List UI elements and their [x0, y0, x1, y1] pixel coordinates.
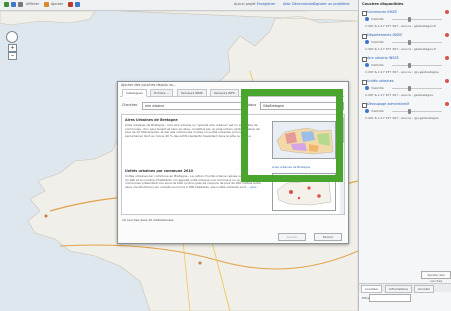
remove-layer-icon[interactable] — [445, 10, 449, 14]
report-link[interactable]: Signaler un problème — [313, 2, 349, 6]
tab-serveurs-wfs[interactable]: Serveurs WFS — [210, 89, 239, 97]
tab-serveurs-wms[interactable]: Serveurs WMS — [177, 89, 207, 97]
opacity-slider-handle[interactable] — [408, 40, 411, 45]
layers-panel: Couches disponibles Communes INSEE Visib… — [358, 0, 451, 311]
search-input[interactable]: aire urbaine — [142, 102, 246, 110]
signout-link[interactable]: Déconnexion — [292, 2, 314, 6]
opacity-slider-handle[interactable] — [408, 109, 411, 114]
zoom-in-button[interactable]: + — [8, 44, 17, 52]
layer-name[interactable]: Unités urbaines — [367, 79, 394, 83]
results-count: 10 couches dans 10 métadonnées — [122, 218, 174, 222]
result-more-link[interactable]: plus — [251, 185, 257, 189]
pan-compass-icon[interactable] — [6, 31, 18, 43]
close-button[interactable]: Fermer — [314, 233, 342, 241]
opacity-slider-handle[interactable] — [408, 63, 411, 68]
toolbar-label-afficher[interactable]: Afficher — [26, 2, 39, 6]
tab-informations[interactable]: Informations — [385, 285, 412, 293]
layer-metadata: 1:497 & 1:17 977 307 - source : géobreta… — [365, 24, 437, 28]
search-label: Chercher — [122, 103, 138, 107]
layer-sublabel: Visibilité — [371, 86, 384, 90]
filter-input[interactable] — [369, 294, 411, 302]
layer-sublabel: Visibilité — [371, 40, 384, 44]
layer-name[interactable]: Découpage administratif — [367, 102, 409, 106]
layer-info-icon[interactable] — [365, 17, 369, 21]
add-button[interactable]: Ajouter — [278, 233, 306, 241]
layer-item: Découpage administratif Visibilité 1:497… — [362, 102, 450, 124]
opacity-slider-track[interactable] — [392, 42, 442, 43]
remove-layer-icon[interactable] — [445, 79, 449, 83]
layer-info-icon[interactable] — [365, 63, 369, 67]
print-icon[interactable] — [68, 2, 73, 7]
layer-info-icon[interactable] — [365, 40, 369, 44]
layer-name[interactable]: Départements INSEE — [367, 33, 402, 37]
add-layers-button[interactable]: Ajouter des couches — [421, 271, 451, 283]
toolbar-label-ajouter[interactable]: Ajouter — [51, 2, 63, 6]
layer-metadata: 1:497 & 1:17 977 307 - source : géobreta… — [365, 47, 437, 51]
remove-layer-icon[interactable] — [445, 33, 449, 37]
result-title[interactable]: Unités urbaines par commune 2010 — [125, 169, 193, 173]
save-project-link[interactable]: Enregistrer — [257, 2, 276, 6]
layer-metadata: 1:497 & 1:17 977 307 - source : ign.géob… — [365, 116, 439, 120]
layers-panel-title: Couches disponibles — [362, 2, 404, 6]
tab-catalogues[interactable]: Catalogues — [122, 89, 147, 97]
layer-info-icon[interactable] — [365, 86, 369, 90]
opacity-slider-track[interactable] — [392, 19, 442, 20]
layer-name[interactable]: Aire urbaine INSEE — [367, 56, 399, 60]
help-link[interactable]: Aide — [283, 2, 291, 6]
layer-item: Unités urbaines Visibilité 1:497 & 1:17 … — [362, 79, 450, 101]
layer-sublabel: Visibilité — [371, 17, 384, 21]
layer-sublabel: Visibilité — [371, 109, 384, 113]
opacity-slider-handle[interactable] — [408, 86, 411, 91]
panel-tabs: Localiser Informations Annoter — [359, 283, 451, 293]
tab-fichiers[interactable]: Fichiers ... — [150, 89, 174, 97]
tab-localiser[interactable]: Localiser — [361, 285, 383, 293]
layer-info-icon[interactable] — [365, 109, 369, 113]
layer-item: Communes INSEE Visibilité 1:497 & 1:17 9… — [362, 10, 450, 32]
layer-item: Aire urbaine INSEE Visibilité 1:497 & 1:… — [362, 56, 450, 78]
opacity-slider-track[interactable] — [392, 111, 442, 112]
map-toolbar: Afficher Ajouter Aucun projet Enregistre… — [0, 0, 358, 11]
tab-annoter[interactable]: Annoter — [414, 285, 434, 293]
layer-name[interactable]: Communes INSEE — [367, 10, 397, 14]
project-status: Aucun projet Enregistrer — [234, 2, 276, 6]
remove-layer-icon[interactable] — [445, 102, 449, 106]
layer-sublabel: Visibilité — [371, 63, 384, 67]
layer-metadata: 1:497 & 1:17 977 307 - source : geobreta… — [365, 93, 434, 97]
dialog-title: Ajouter des couches depuis un... — [121, 83, 177, 87]
zoom-out-button[interactable]: − — [8, 52, 17, 60]
result-title[interactable]: Aires Urbaines de Bretagne — [125, 118, 178, 122]
remove-layer-icon[interactable] — [445, 56, 449, 60]
opacity-slider-handle[interactable] — [408, 17, 411, 22]
layer-item: Départements INSEE Visibilité 1:497 & 1:… — [362, 33, 450, 55]
pan-icon[interactable] — [18, 2, 23, 7]
opacity-slider-track[interactable] — [392, 88, 442, 89]
highlight-box — [241, 89, 343, 182]
layer-metadata: 1:497 & 1:17 977 307 - source : ign.géob… — [365, 70, 439, 74]
globe-icon[interactable] — [4, 2, 9, 7]
save-icon[interactable] — [75, 2, 80, 7]
opacity-slider-track[interactable] — [392, 65, 442, 66]
zoom-icon[interactable] — [11, 2, 16, 7]
measure-icon[interactable] — [44, 2, 49, 7]
